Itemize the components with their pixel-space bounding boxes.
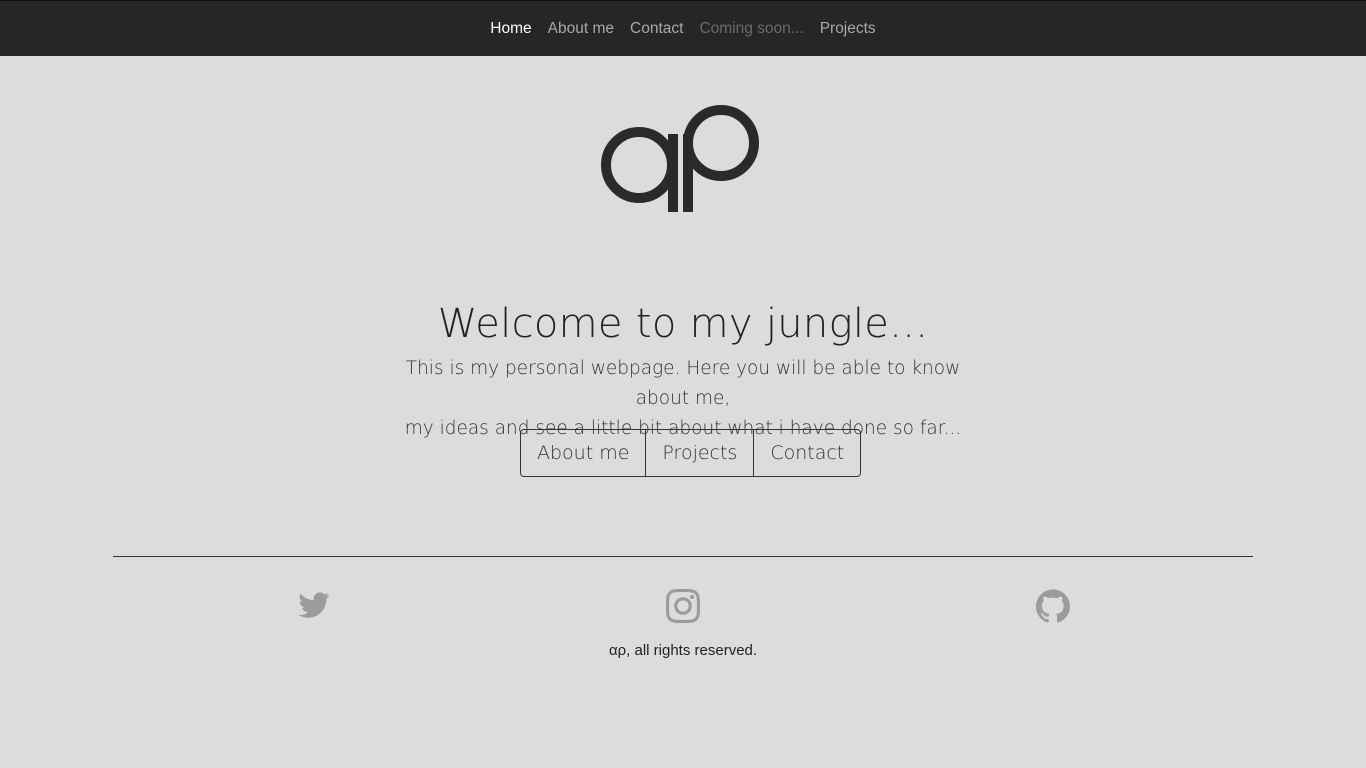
about-me-button[interactable]: About me bbox=[521, 430, 647, 476]
projects-button[interactable]: Projects bbox=[646, 430, 755, 476]
nav-about-me[interactable]: About me bbox=[540, 1, 622, 57]
instagram-icon[interactable] bbox=[665, 588, 701, 624]
top-navbar: Home About me Contact Coming soon... Pro… bbox=[0, 0, 1366, 56]
copyright-text: αρ, all rights reserved. bbox=[608, 642, 758, 659]
ap-logo-icon bbox=[601, 105, 759, 212]
nav-projects[interactable]: Projects bbox=[812, 1, 884, 57]
nav-coming-soon: Coming soon... bbox=[699, 20, 804, 37]
page-title: Welcome to my jungle... bbox=[437, 301, 929, 347]
hero-button-group: About me Projects Contact bbox=[520, 429, 862, 477]
nav-home[interactable]: Home bbox=[482, 1, 539, 57]
contact-button[interactable]: Contact bbox=[754, 430, 860, 476]
intro-line-1: This is my personal webpage. Here you wi… bbox=[405, 358, 961, 409]
footer-divider bbox=[113, 556, 1253, 557]
twitter-icon[interactable] bbox=[296, 588, 332, 624]
github-icon[interactable] bbox=[1035, 588, 1071, 624]
nav-contact[interactable]: Contact bbox=[622, 1, 691, 57]
main-nav: Home About me Contact Coming soon... Pro… bbox=[0, 1, 1366, 57]
